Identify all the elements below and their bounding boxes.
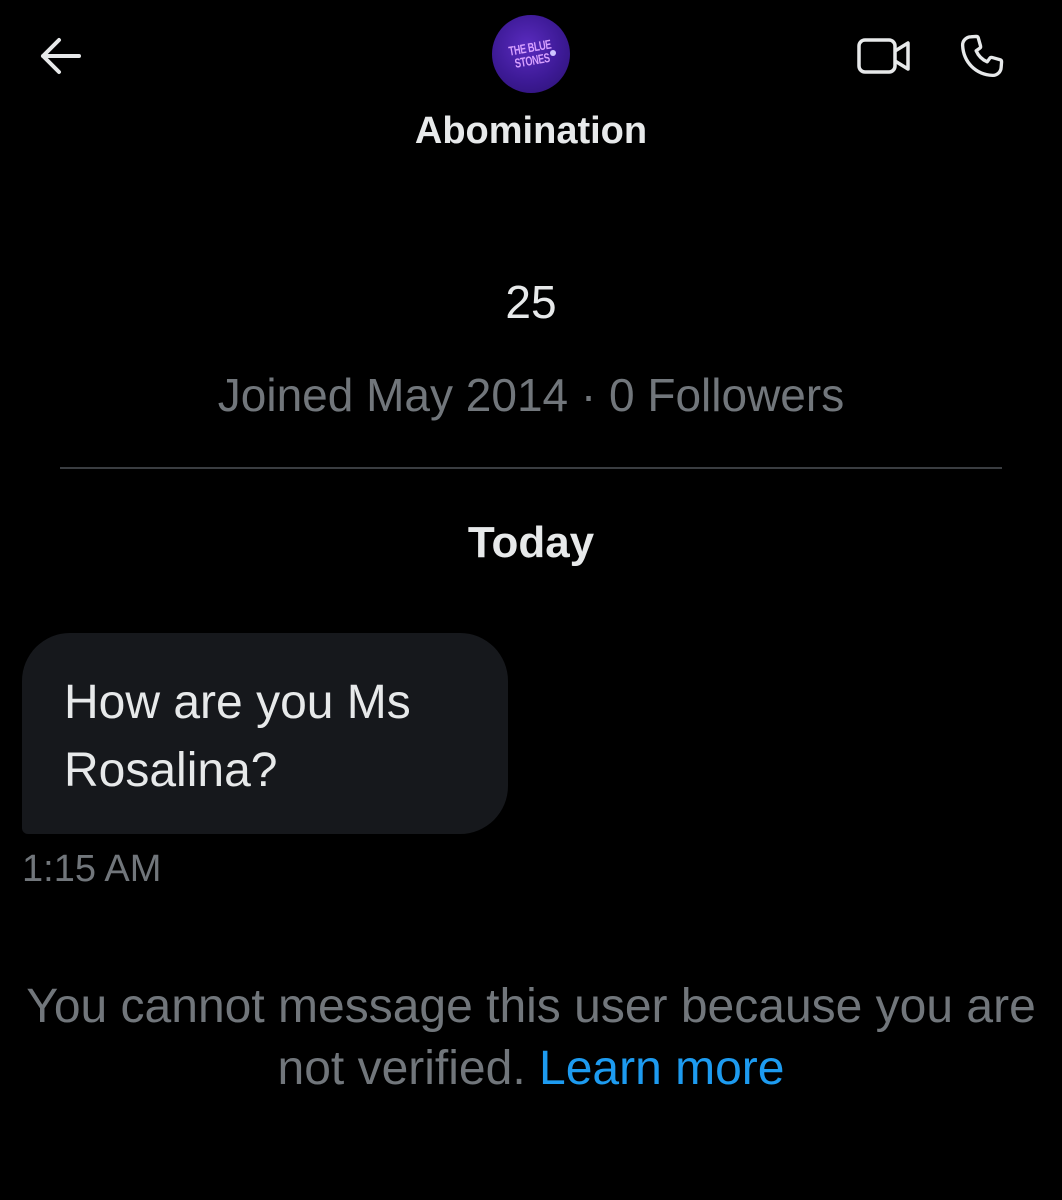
cannot-message-notice: You cannot message this user because you… [0,976,1062,1100]
voice-call-button[interactable] [952,28,1012,84]
avatar[interactable]: THE BLUE STONES [492,15,570,93]
video-call-button[interactable] [854,30,914,82]
divider [60,467,1002,469]
arrow-left-icon [41,38,81,74]
notice-text: You cannot message this user because you… [26,980,1036,1095]
profile-age: 25 [505,276,557,328]
video-call-icon [857,38,910,74]
avatar-logo-dot [550,50,556,56]
contact-name[interactable]: Abomination [0,110,1062,153]
message-bubble[interactable]: How are you Ms Rosalina? [22,633,508,834]
date-separator: Today [467,518,595,567]
phone-icon [960,34,1004,78]
learn-more-link[interactable]: Learn more [539,1042,784,1095]
back-button[interactable] [34,30,86,82]
profile-joined-followers: Joined May 2014 · 0 Followers [217,369,845,421]
message-timestamp: 1:15 AM [22,848,162,890]
chat-header: THE BLUE STONES Abomination [0,0,1062,180]
